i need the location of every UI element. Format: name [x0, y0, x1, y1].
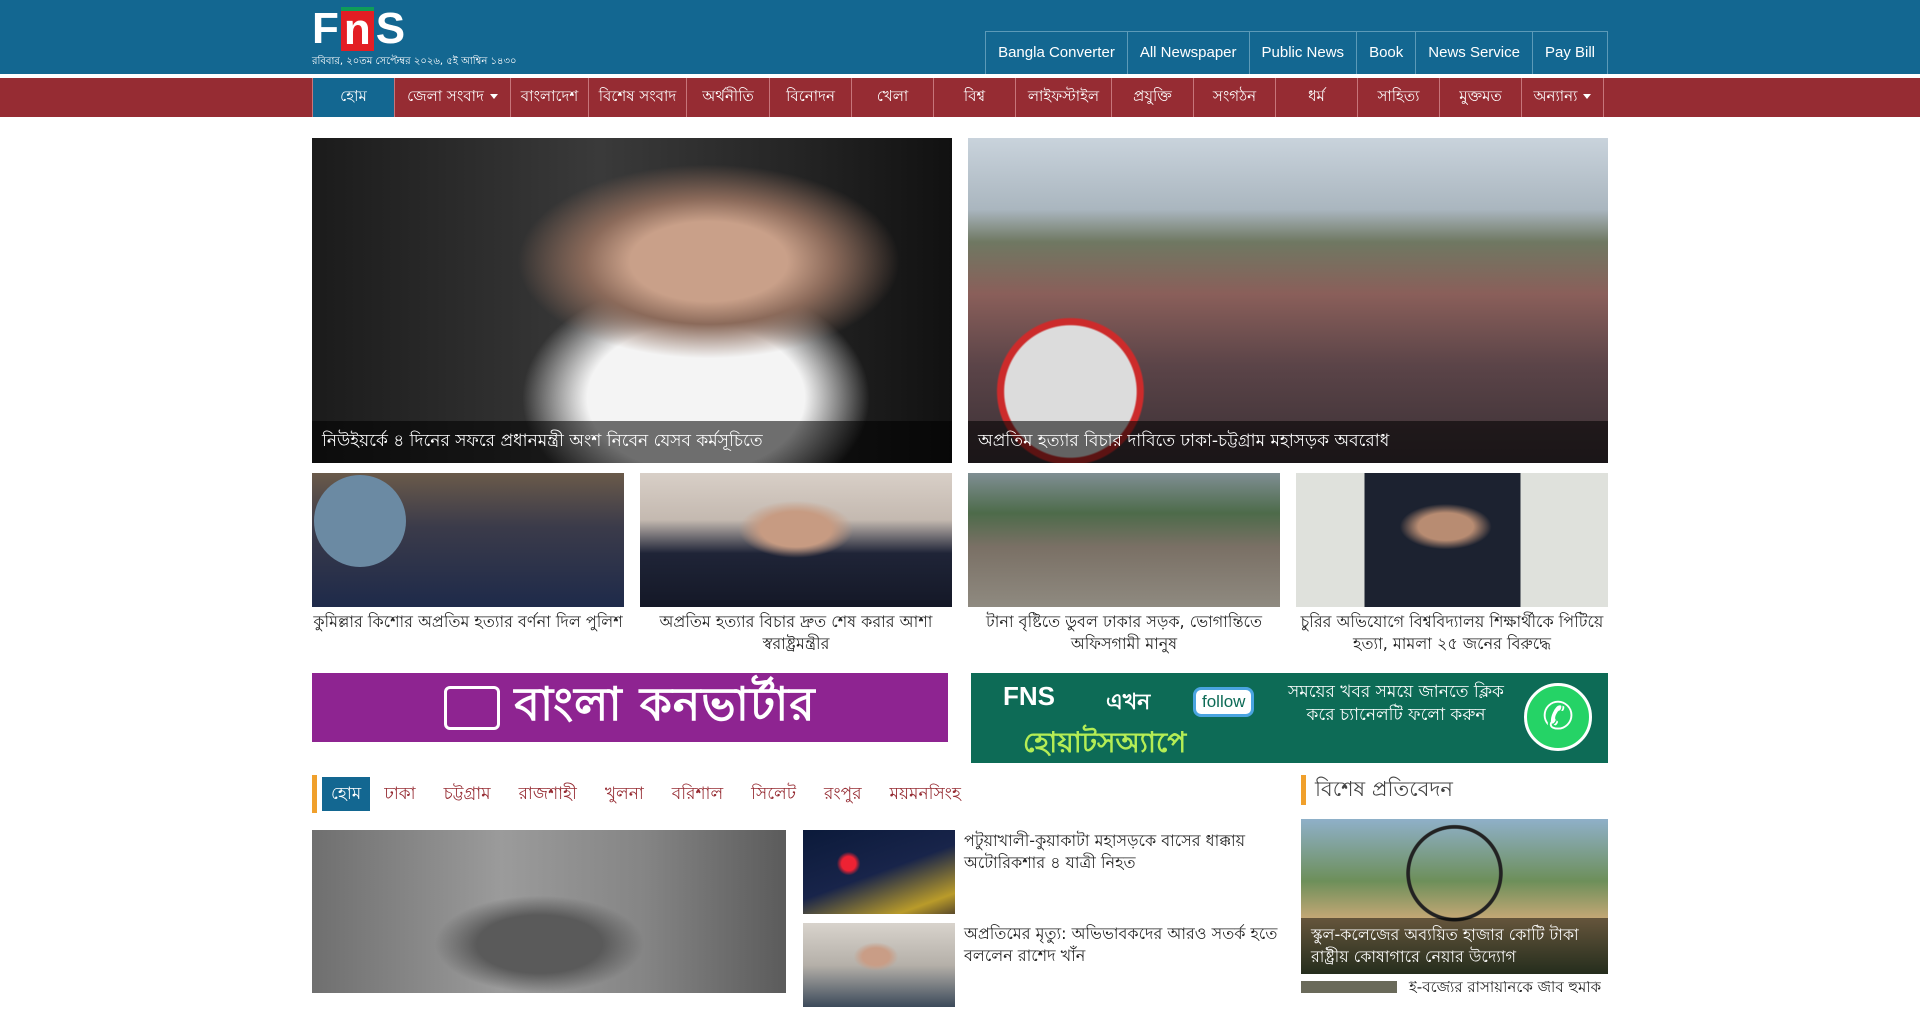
chevron-down-icon: [489, 94, 498, 99]
news-image: [1301, 981, 1397, 993]
nav-item-sports[interactable]: খেলা: [852, 78, 934, 117]
news-image: [968, 473, 1280, 607]
tab-chattogram[interactable]: চট্টগ্রাম: [430, 775, 505, 813]
top-links: Bangla Converter All Newspaper Public Ne…: [985, 31, 1608, 74]
keyboard-icon: [444, 685, 501, 730]
nav-item-home[interactable]: হোম: [313, 78, 395, 117]
tab-rangpur[interactable]: রংপুর: [810, 775, 876, 813]
thumb-story[interactable]: টানা বৃষ্টিতে ডুবল ঢাকার সড়ক, ভোগান্তিত…: [968, 473, 1280, 655]
thumb-story[interactable]: অপ্রতিম হত্যার বিচার দ্রুত শেষ করার আশা …: [640, 473, 952, 655]
follow-button[interactable]: follow: [1193, 687, 1255, 717]
thumb-story[interactable]: কুমিল্লার কিশোর অপ্রতিম হত্যার বর্ণনা দি…: [312, 473, 624, 655]
nav-item-technology[interactable]: প্রযুক্তি: [1112, 78, 1194, 117]
hero-story[interactable]: নিউইয়র্কে ৪ দিনের সফরে প্রধানমন্ত্রী অং…: [312, 138, 952, 463]
top-link-public-news[interactable]: Public News: [1248, 31, 1357, 74]
tab-dhaka[interactable]: ঢাকা: [370, 775, 429, 813]
news-image: [640, 473, 952, 607]
special-report-card[interactable]: স্কুল-কলেজের অব্যয়িত হাজার কোটি টাকা রা…: [1301, 819, 1608, 974]
logo-mark: FnS: [312, 4, 406, 54]
tab-rajshahi[interactable]: রাজশাহী: [505, 775, 591, 813]
top-link-book[interactable]: Book: [1356, 31, 1416, 74]
list-item-title: অপ্রতিমের মৃত্যু: অভিভাবকদের আরও সতর্ক হ…: [964, 924, 1278, 965]
nav-item-literature[interactable]: সাহিত্য: [1358, 78, 1440, 117]
special-report-caption: স্কুল-কলেজের অব্যয়িত হাজার কোটি টাকা রা…: [1301, 918, 1608, 974]
top-link-bangla-converter[interactable]: Bangla Converter: [985, 31, 1127, 74]
nav-item-economy[interactable]: অর্থনীতি: [687, 78, 770, 117]
hero-caption: অপ্রতিম হত্যার বিচার দাবিতে ঢাকা-চট্টগ্র…: [968, 421, 1608, 463]
tab-sylhet[interactable]: সিলেট: [737, 775, 810, 813]
news-image: [803, 923, 955, 1007]
thumb-title: টানা বৃষ্টিতে ডুবল ঢাকার সড়ক, ভোগান্তিত…: [986, 612, 1262, 653]
tab-home[interactable]: হোম: [322, 777, 371, 811]
special-report-title: ই-বর্জ্যের রাসায়নিকে জীব হুমকি: [1409, 981, 1602, 993]
tab-barishal[interactable]: বরিশাল: [658, 775, 737, 813]
thumb-title: অপ্রতিম হত্যার বিচার দ্রুত শেষ করার আশা …: [659, 612, 933, 653]
list-item[interactable]: অপ্রতিমের মৃত্যু: অভিভাবকদের আরও সতর্ক হ…: [803, 923, 1283, 1007]
nav-item-bangladesh[interactable]: বাংলাদেশ: [511, 78, 589, 117]
thumb-title: কুমিল্লার কিশোর অপ্রতিম হত্যার বর্ণনা দি…: [313, 612, 623, 631]
nav-item-district[interactable]: জেলা সংবাদ: [395, 78, 511, 117]
news-image: [312, 473, 624, 607]
banner-logo: FNS: [1003, 681, 1055, 711]
news-image: [803, 830, 955, 914]
site-logo[interactable]: FnS: [312, 4, 430, 54]
hero-story[interactable]: অপ্রতিম হত্যার বিচার দাবিতে ঢাকা-চট্টগ্র…: [968, 138, 1608, 463]
thumb-news-row: কুমিল্লার কিশোর অপ্রতিম হত্যার বর্ণনা দি…: [312, 473, 1608, 655]
list-item-title: পটুয়াখালী-কুয়াকাটা মহাসড়কে বাসের ধাক্…: [964, 831, 1246, 872]
special-report-item[interactable]: ই-বর্জ্যের রাসায়নিকে জীব হুমকি: [1301, 981, 1608, 993]
hero-caption: নিউইয়র্কে ৪ দিনের সফরে প্রধানমন্ত্রী অং…: [312, 421, 952, 463]
special-report-heading: বিশেষ প্রতিবেদন: [1301, 775, 1453, 805]
nav-item-organization[interactable]: সংগঠন: [1194, 78, 1276, 117]
nav-item-special[interactable]: বিশেষ সংবাদ: [589, 78, 687, 117]
list-item[interactable]: পটুয়াখালী-কুয়াকাটা মহাসড়কে বাসের ধাক্…: [803, 830, 1283, 914]
nav-item-world[interactable]: বিশ্ব: [934, 78, 1016, 117]
tab-mymensingh[interactable]: ময়মনসিংহ: [876, 775, 975, 813]
top-link-news-service[interactable]: News Service: [1415, 31, 1532, 74]
top-link-pay-bill[interactable]: Pay Bill: [1531, 31, 1608, 74]
chevron-down-icon: [1583, 94, 1592, 99]
whatsapp-icon: [1524, 683, 1592, 751]
top-link-all-newspaper[interactable]: All Newspaper: [1126, 31, 1249, 74]
news-list: পটুয়াখালী-কুয়াকাটা মহাসড়কে বাসের ধাক্…: [803, 830, 1283, 1016]
nav-item-lifestyle[interactable]: লাইফস্টাইল: [1016, 78, 1112, 117]
top-header: FnS রবিবার, ২০তম সেপ্টেম্বর ২০২৬, ৫ই আশ্…: [0, 0, 1920, 74]
division-tabs: হোম ঢাকা চট্টগ্রাম রাজশাহী খুলনা বরিশাল …: [312, 775, 975, 813]
hero-section: নিউইয়র্কে ৪ দিনের সফরে প্রধানমন্ত্রী অং…: [312, 138, 1608, 463]
main-nav: হোম জেলা সংবাদ বাংলাদেশ বিশেষ সংবাদ অর্থ…: [0, 74, 1920, 117]
lead-story-image[interactable]: [312, 830, 786, 993]
nav-item-religion[interactable]: ধর্ম: [1276, 78, 1358, 117]
nav-item-entertainment[interactable]: বিনোদন: [770, 78, 852, 117]
nav-item-others[interactable]: অন্যান্য: [1522, 78, 1604, 117]
date-line: রবিবার, ২০তম সেপ্টেম্বর ২০২৬, ৫ই আশ্বিন …: [312, 56, 517, 67]
news-image: [1296, 473, 1608, 607]
thumb-title: চুরির অভিযোগে বিশ্ববিদ্যালয় শিক্ষার্থীক…: [1300, 612, 1604, 653]
bangla-converter-banner[interactable]: বাংলা কনভার্টার: [312, 673, 948, 742]
thumb-story[interactable]: চুরির অভিযোগে বিশ্ববিদ্যালয় শিক্ষার্থীক…: [1296, 473, 1608, 655]
nav-item-opinion[interactable]: মুক্তমত: [1440, 78, 1522, 117]
tab-khulna[interactable]: খুলনা: [591, 775, 658, 813]
whatsapp-follow-banner[interactable]: FNS এখন হোয়াটসঅ্যাপে follow সময়ের খবর …: [971, 673, 1608, 763]
